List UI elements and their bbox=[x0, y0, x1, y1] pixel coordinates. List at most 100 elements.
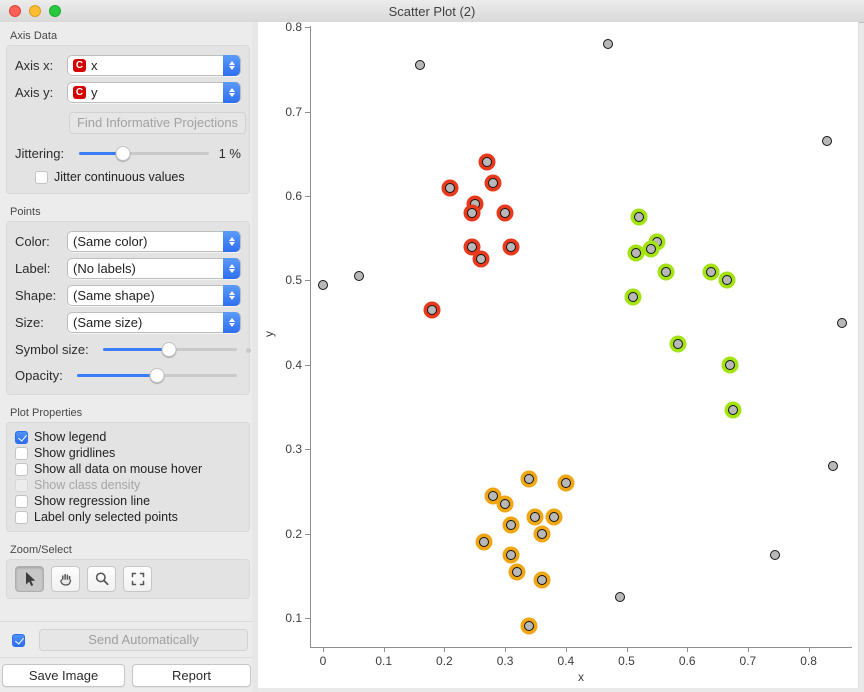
scatter-point[interactable] bbox=[506, 242, 516, 252]
y-tick bbox=[305, 280, 310, 281]
scatter-point[interactable] bbox=[549, 512, 559, 522]
jitter-continuous-checkbox[interactable] bbox=[35, 171, 48, 184]
close-button[interactable] bbox=[9, 5, 21, 17]
axis-x-select[interactable]: C x bbox=[67, 55, 241, 76]
reset-zoom-tool-button[interactable] bbox=[123, 566, 152, 592]
jitter-continuous-checkbox-row[interactable]: Jitter continuous values bbox=[35, 169, 241, 185]
x-axis-line bbox=[310, 647, 852, 648]
scatter-point[interactable] bbox=[354, 271, 364, 281]
opacity-slider-thumb[interactable] bbox=[150, 368, 165, 383]
x-tick-label: 0.4 bbox=[551, 654, 581, 668]
symbol-size-slider[interactable] bbox=[103, 342, 237, 357]
checkbox-show-all-data-on-mouse-hover[interactable]: Show all data on mouse hover bbox=[15, 461, 241, 477]
checkbox-icon[interactable] bbox=[15, 447, 28, 460]
checkbox-label-only-selected-points[interactable]: Label only selected points bbox=[15, 509, 241, 525]
scatter-point[interactable] bbox=[725, 360, 735, 370]
save-image-button[interactable]: Save Image bbox=[2, 664, 125, 687]
send-automatically-button[interactable]: Send Automatically bbox=[39, 629, 248, 651]
scatter-point[interactable] bbox=[628, 292, 638, 302]
scatter-point[interactable] bbox=[500, 499, 510, 509]
scatter-point[interactable] bbox=[634, 212, 644, 222]
scatter-point[interactable] bbox=[537, 529, 547, 539]
scatter-point[interactable] bbox=[530, 512, 540, 522]
scatter-point[interactable] bbox=[561, 478, 571, 488]
scatter-point[interactable] bbox=[467, 242, 477, 252]
y-tick bbox=[305, 618, 310, 619]
scatter-point[interactable] bbox=[837, 318, 847, 328]
dropdown-arrows-icon bbox=[223, 231, 240, 252]
checkbox-icon[interactable] bbox=[15, 511, 28, 524]
points-group: Color: (Same color) Label: (No labels) S… bbox=[6, 221, 250, 395]
scatter-point[interactable] bbox=[476, 254, 486, 264]
x-tick bbox=[627, 648, 628, 652]
scatter-point[interactable] bbox=[506, 550, 516, 560]
zoom-tool-button[interactable] bbox=[87, 566, 116, 592]
scatter-point[interactable] bbox=[673, 339, 683, 349]
checkbox-show-gridlines[interactable]: Show gridlines bbox=[15, 445, 241, 461]
scatter-point[interactable] bbox=[822, 136, 832, 146]
x-tick-label: 0.6 bbox=[672, 654, 702, 668]
jittering-slider-thumb[interactable] bbox=[116, 146, 131, 161]
scatter-point[interactable] bbox=[482, 157, 492, 167]
x-tick bbox=[505, 648, 506, 652]
scatter-point[interactable] bbox=[646, 244, 656, 254]
magnifier-icon bbox=[94, 571, 110, 587]
checkbox-icon[interactable] bbox=[15, 431, 28, 444]
y-axis-title: y bbox=[262, 327, 276, 341]
scatter-point[interactable] bbox=[467, 208, 477, 218]
fullscreen-button[interactable] bbox=[49, 5, 61, 17]
checkbox-icon[interactable] bbox=[15, 495, 28, 508]
jittering-slider[interactable] bbox=[79, 146, 209, 161]
dropdown-arrows-icon bbox=[223, 258, 240, 279]
axis-y-select[interactable]: C y bbox=[67, 82, 241, 103]
color-select[interactable]: (Same color) bbox=[67, 231, 241, 252]
report-button[interactable]: Report bbox=[132, 664, 251, 687]
scatter-plot-canvas[interactable]: 00.10.20.30.40.50.60.70.80.10.20.30.40.5… bbox=[258, 22, 859, 688]
minimize-button[interactable] bbox=[29, 5, 41, 17]
x-tick-label: 0.5 bbox=[612, 654, 642, 668]
scatter-point[interactable] bbox=[615, 592, 625, 602]
scatter-point[interactable] bbox=[427, 305, 437, 315]
x-tick bbox=[323, 648, 324, 652]
scatter-point[interactable] bbox=[603, 39, 613, 49]
checkbox-show-regression-line[interactable]: Show regression line bbox=[15, 493, 241, 509]
size-select[interactable]: (Same size) bbox=[67, 312, 241, 333]
scatter-point[interactable] bbox=[661, 267, 671, 277]
scatter-point[interactable] bbox=[524, 621, 534, 631]
pan-tool-button[interactable] bbox=[51, 566, 80, 592]
checkbox-icon[interactable] bbox=[15, 463, 28, 476]
checkbox-show-legend[interactable]: Show legend bbox=[15, 429, 241, 445]
scatter-point[interactable] bbox=[506, 520, 516, 530]
scatter-point[interactable] bbox=[770, 550, 780, 560]
dropdown-arrows-icon bbox=[223, 82, 240, 103]
window-title: Scatter Plot (2) bbox=[389, 4, 476, 19]
select-tool-button[interactable] bbox=[15, 566, 44, 592]
scatter-point[interactable] bbox=[524, 474, 534, 484]
scatter-point[interactable] bbox=[488, 178, 498, 188]
scatter-point[interactable] bbox=[706, 267, 716, 277]
send-automatically-checkbox[interactable] bbox=[12, 634, 25, 647]
scatter-point[interactable] bbox=[445, 183, 455, 193]
scatter-point[interactable] bbox=[318, 280, 328, 290]
scatter-point[interactable] bbox=[722, 275, 732, 285]
checkbox-label: Show class density bbox=[34, 478, 140, 492]
y-tick-label: 0.2 bbox=[260, 527, 302, 541]
scatter-point[interactable] bbox=[500, 208, 510, 218]
checkbox-icon bbox=[15, 479, 28, 492]
axis-data-group: Axis x: C x Axis y: C y Find Informative… bbox=[6, 45, 250, 194]
y-tick-label: 0.6 bbox=[260, 189, 302, 203]
continuous-variable-icon: C bbox=[73, 59, 86, 72]
scatter-point[interactable] bbox=[479, 537, 489, 547]
scatter-point[interactable] bbox=[631, 248, 641, 258]
scatter-point[interactable] bbox=[537, 575, 547, 585]
scatter-point[interactable] bbox=[512, 567, 522, 577]
shape-select[interactable]: (Same shape) bbox=[67, 285, 241, 306]
scatter-point[interactable] bbox=[828, 461, 838, 471]
find-informative-projections-button[interactable]: Find Informative Projections bbox=[69, 112, 246, 134]
scatter-point[interactable] bbox=[488, 491, 498, 501]
scatter-point[interactable] bbox=[728, 405, 738, 415]
opacity-slider[interactable] bbox=[77, 368, 237, 383]
label-select[interactable]: (No labels) bbox=[67, 258, 241, 279]
scatter-point[interactable] bbox=[415, 60, 425, 70]
symbol-size-slider-thumb[interactable] bbox=[161, 342, 176, 357]
